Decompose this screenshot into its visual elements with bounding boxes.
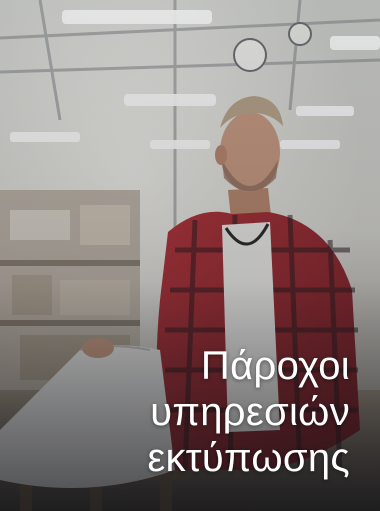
card-title: Πάροχοι υπηρεσιών εκτύπωσης	[147, 343, 350, 481]
printing-service-card[interactable]: Πάροχοι υπηρεσιών εκτύπωσης	[0, 0, 380, 511]
card-title-line-1: Πάροχοι	[200, 344, 350, 388]
card-title-line-2: υπηρεσιών	[150, 390, 350, 434]
card-title-line-3: εκτύπωσης	[147, 436, 350, 480]
